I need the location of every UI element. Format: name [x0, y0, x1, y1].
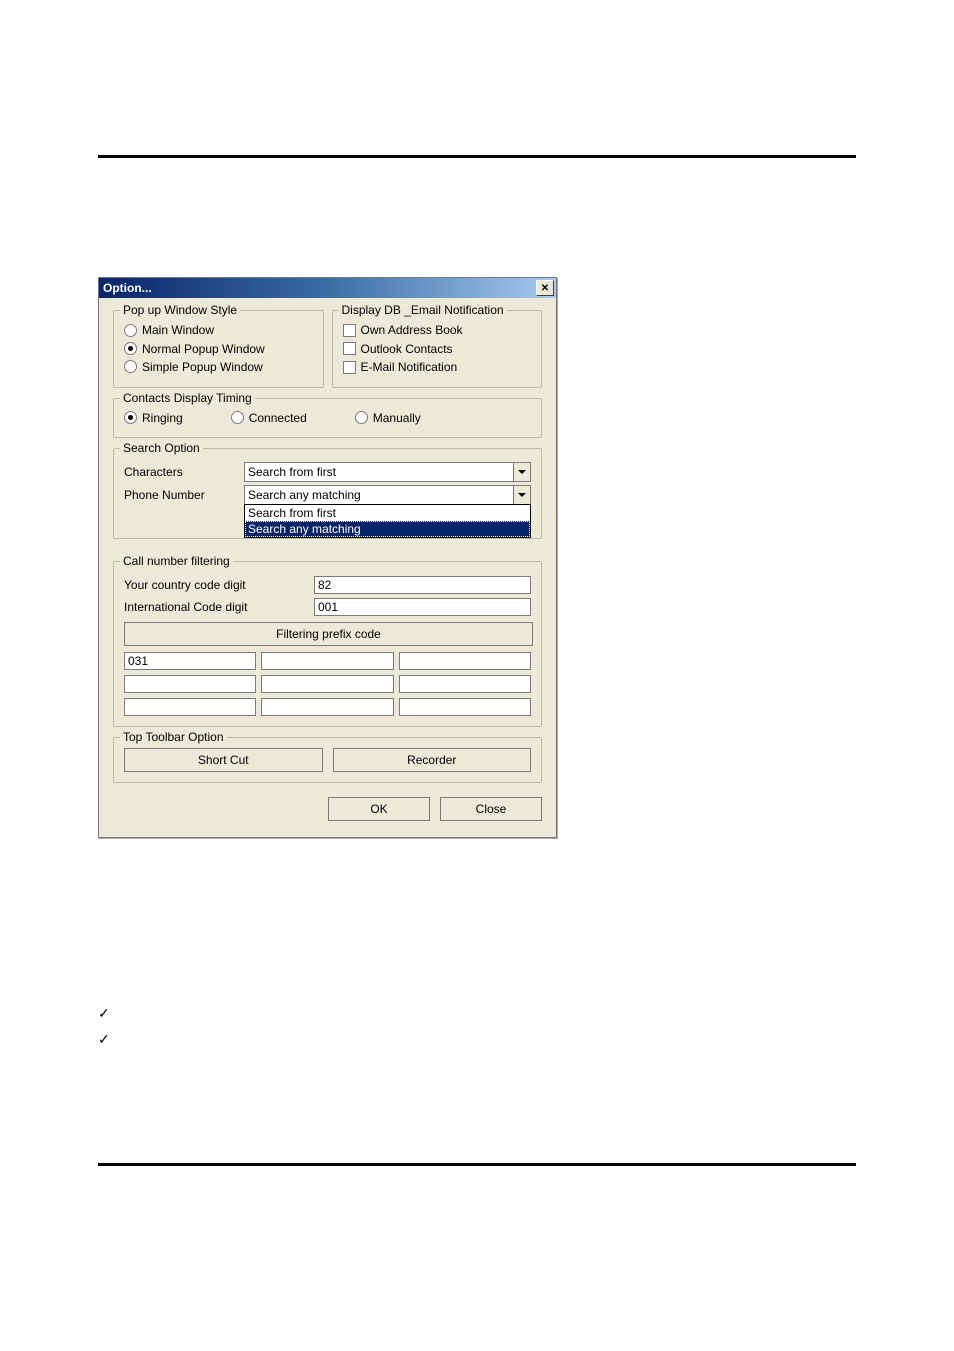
group-legend: Contacts Display Timing: [120, 391, 255, 405]
display-db-group: Display DB _Email Notification Own Addre…: [332, 310, 543, 388]
intl-code-row: International Code digit: [124, 598, 531, 616]
checkbox-icon: [343, 361, 356, 374]
group-legend: Pop up Window Style: [120, 303, 240, 317]
radio-label: Main Window: [142, 323, 214, 337]
chevron-down-icon: [513, 486, 530, 504]
radio-label: Simple Popup Window: [142, 360, 263, 374]
radio-label: Ringing: [142, 411, 183, 425]
footer-rule: [98, 1163, 856, 1166]
prefix-grid: [124, 652, 531, 716]
list-item: ✓: [98, 1000, 122, 1026]
timing-row: Ringing Connected Manually: [124, 409, 531, 427]
intl-code-input[interactable]: [314, 598, 531, 616]
characters-combo[interactable]: Search from first: [244, 462, 531, 482]
combo-list-item[interactable]: Search any matching: [245, 521, 530, 537]
combo-value: Search any matching: [248, 488, 361, 502]
phone-combo-list: Search from first Search any matching: [244, 504, 531, 538]
prefix-input[interactable]: [261, 675, 393, 693]
field-label: Your country code digit: [124, 578, 314, 592]
combo-value: Search from first: [248, 465, 336, 479]
radio-ringing[interactable]: Ringing: [124, 411, 183, 425]
prefix-input[interactable]: [124, 652, 256, 670]
checkbox-icon: [343, 342, 356, 355]
option-dialog: Option... ✕ Pop up Window Style Main Win…: [98, 277, 557, 838]
dialog-buttons-row: OK Close: [113, 797, 542, 821]
call-number-filtering-group: Call number filtering Your country code …: [113, 561, 542, 727]
checkbox-label: Own Address Book: [361, 323, 463, 337]
top-toolbar-option-group: Top Toolbar Option Short Cut Recorder: [113, 737, 542, 783]
checkbox-email-notification[interactable]: E-Mail Notification: [343, 360, 458, 374]
radio-manually[interactable]: Manually: [355, 411, 421, 425]
close-button[interactable]: Close: [440, 797, 542, 821]
checkbox-label: Outlook Contacts: [361, 342, 453, 356]
radio-icon: [124, 324, 137, 337]
group-legend: Display DB _Email Notification: [339, 303, 507, 317]
search-label: Characters: [124, 465, 244, 479]
recorder-button[interactable]: Recorder: [333, 748, 532, 772]
prefix-input[interactable]: [124, 675, 256, 693]
search-phone-row: Phone Number Search any matching Search …: [124, 485, 531, 505]
search-characters-row: Characters Search from first: [124, 462, 531, 482]
radio-icon: [124, 360, 137, 373]
page: Option... ✕ Pop up Window Style Main Win…: [0, 0, 954, 1351]
popup-style-group: Pop up Window Style Main Window Normal P…: [113, 310, 324, 388]
group-legend: Call number filtering: [120, 554, 233, 568]
search-option-group: Search Option Characters Search from fir…: [113, 448, 542, 539]
radio-connected[interactable]: Connected: [231, 411, 307, 425]
phone-number-combo[interactable]: Search any matching Search from first Se…: [244, 485, 531, 505]
radio-label: Normal Popup Window: [142, 342, 265, 356]
dialog-body: Pop up Window Style Main Window Normal P…: [99, 298, 556, 837]
radio-dot-icon: [128, 346, 133, 351]
radio-icon: [124, 411, 137, 424]
radio-normal-popup[interactable]: Normal Popup Window: [124, 342, 265, 356]
checklist: ✓ ✓: [98, 1000, 122, 1052]
group-legend: Search Option: [120, 441, 203, 455]
prefix-input[interactable]: [261, 652, 393, 670]
radio-main-window[interactable]: Main Window: [124, 323, 214, 337]
group-legend: Top Toolbar Option: [120, 730, 227, 744]
checkmark-icon: ✓: [98, 1031, 110, 1048]
top-groupboxes-row: Pop up Window Style Main Window Normal P…: [113, 310, 542, 398]
radio-label: Manually: [373, 411, 421, 425]
search-label: Phone Number: [124, 488, 244, 502]
country-code-input[interactable]: [314, 576, 531, 594]
radio-simple-popup[interactable]: Simple Popup Window: [124, 360, 263, 374]
filtering-prefix-button[interactable]: Filtering prefix code: [124, 622, 533, 646]
window-title: Option...: [103, 281, 152, 295]
checkbox-own-address-book[interactable]: Own Address Book: [343, 323, 463, 337]
contacts-timing-group: Contacts Display Timing Ringing Connecte…: [113, 398, 542, 438]
ok-button[interactable]: OK: [328, 797, 430, 821]
close-icon[interactable]: ✕: [536, 280, 554, 296]
checkbox-label: E-Mail Notification: [361, 360, 458, 374]
country-code-row: Your country code digit: [124, 576, 531, 594]
prefix-input[interactable]: [399, 675, 531, 693]
shortcut-button[interactable]: Short Cut: [124, 748, 323, 772]
header-rule: [98, 155, 856, 158]
field-label: International Code digit: [124, 600, 314, 614]
radio-dot-icon: [128, 415, 133, 420]
combo-list-item[interactable]: Search from first: [245, 505, 530, 521]
titlebar[interactable]: Option... ✕: [99, 278, 556, 298]
prefix-input[interactable]: [399, 698, 531, 716]
radio-icon: [231, 411, 244, 424]
prefix-input[interactable]: [124, 698, 256, 716]
checkbox-outlook-contacts[interactable]: Outlook Contacts: [343, 342, 453, 356]
checkmark-icon: ✓: [98, 1005, 110, 1022]
checkbox-icon: [343, 324, 356, 337]
toolbar-buttons-row: Short Cut Recorder: [124, 748, 531, 772]
prefix-input[interactable]: [399, 652, 531, 670]
list-item: ✓: [98, 1026, 122, 1052]
radio-label: Connected: [249, 411, 307, 425]
radio-icon: [355, 411, 368, 424]
prefix-input[interactable]: [261, 698, 393, 716]
radio-icon: [124, 342, 137, 355]
chevron-down-icon: [513, 463, 530, 481]
